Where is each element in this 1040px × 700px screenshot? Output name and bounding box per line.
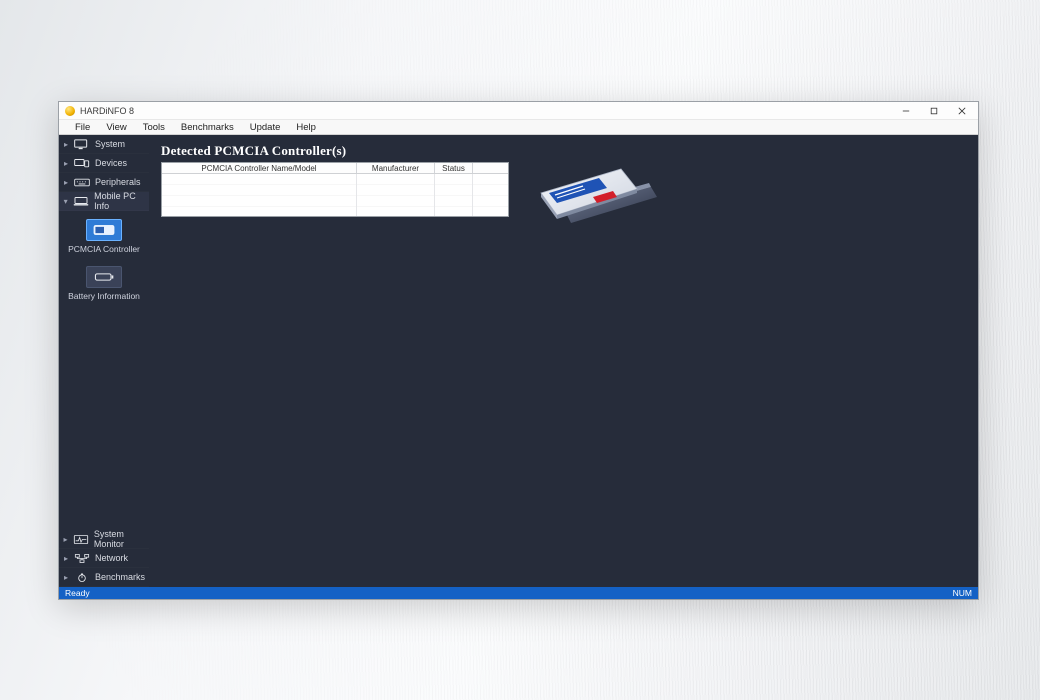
col-name-model[interactable]: PCMCIA Controller Name/Model xyxy=(162,163,357,173)
sidebar-subitems: PCMCIA Controller Battery Information xyxy=(59,211,149,311)
sidebar-item-label: System Monitor xyxy=(94,529,145,549)
col-status[interactable]: Status xyxy=(435,163,473,173)
pcmcia-card-illustration xyxy=(529,153,664,233)
sidebar-item-network[interactable]: ▸ Network xyxy=(59,549,149,568)
sidebar-item-label: Network xyxy=(95,553,128,563)
devices-icon xyxy=(74,158,90,169)
chevron-down-icon: ▾ xyxy=(63,197,68,206)
col-spacer xyxy=(473,163,508,173)
close-icon xyxy=(958,107,966,115)
battery-icon xyxy=(86,266,122,288)
sidebar-sub-battery-information[interactable]: Battery Information xyxy=(59,262,149,305)
table-header: PCMCIA Controller Name/Model Manufacture… xyxy=(162,163,508,174)
sidebar-item-peripherals[interactable]: ▸ Peripherals xyxy=(59,173,149,192)
sidebar-item-benchmarks[interactable]: ▸ Benchmarks xyxy=(59,568,149,587)
stopwatch-icon xyxy=(74,572,90,583)
col-manufacturer[interactable]: Manufacturer xyxy=(357,163,435,173)
content-pane: Detected PCMCIA Controller(s) PCMCIA Con… xyxy=(149,135,978,587)
chevron-right-icon: ▸ xyxy=(63,573,69,582)
panel-title: Detected PCMCIA Controller(s) xyxy=(161,143,346,159)
sidebar-item-system[interactable]: ▸ System xyxy=(59,135,149,154)
sidebar-item-system-monitor[interactable]: ▸ System Monitor xyxy=(59,530,149,549)
sidebar-sub-label: Battery Information xyxy=(68,291,140,301)
sidebar-item-label: Mobile PC Info xyxy=(94,191,145,211)
menubar: File View Tools Benchmarks Update Help xyxy=(59,120,978,135)
app-title: HARDiNFO 8 xyxy=(80,106,134,116)
sidebar-sub-label: PCMCIA Controller xyxy=(68,244,140,254)
menu-update[interactable]: Update xyxy=(242,120,289,135)
network-icon xyxy=(74,553,90,564)
sidebar-item-mobile-pc-info[interactable]: ▾ Mobile PC Info xyxy=(59,192,149,211)
pcmcia-table[interactable]: PCMCIA Controller Name/Model Manufacture… xyxy=(161,162,509,217)
status-left: Ready xyxy=(65,588,90,598)
chevron-right-icon: ▸ xyxy=(63,535,68,544)
sidebar-item-label: System xyxy=(95,139,125,149)
laptop-icon xyxy=(73,196,89,207)
minimize-button[interactable] xyxy=(892,103,920,119)
sidebar-item-label: Peripherals xyxy=(95,177,141,187)
sidebar-item-devices[interactable]: ▸ Devices xyxy=(59,154,149,173)
sidebar-sub-pcmcia-controller[interactable]: PCMCIA Controller xyxy=(59,215,149,258)
monitor-pulse-icon xyxy=(73,534,89,545)
menu-view[interactable]: View xyxy=(98,120,134,135)
titlebar[interactable]: HARDiNFO 8 xyxy=(59,102,978,120)
chevron-right-icon: ▸ xyxy=(63,140,69,149)
close-button[interactable] xyxy=(948,103,976,119)
chevron-right-icon: ▸ xyxy=(63,554,69,563)
app-icon xyxy=(65,106,75,116)
sidebar-item-label: Benchmarks xyxy=(95,572,145,582)
statusbar: Ready NUM xyxy=(59,587,978,599)
chevron-right-icon: ▸ xyxy=(63,178,69,187)
app-window: HARDiNFO 8 File View Tools Benchmarks Up… xyxy=(58,101,979,600)
maximize-icon xyxy=(930,107,938,115)
sidebar-item-label: Devices xyxy=(95,158,127,168)
pcmcia-card-icon xyxy=(86,219,122,241)
monitor-icon xyxy=(74,139,90,150)
menu-tools[interactable]: Tools xyxy=(135,120,173,135)
chevron-right-icon: ▸ xyxy=(63,159,69,168)
minimize-icon xyxy=(902,107,910,115)
menu-help[interactable]: Help xyxy=(288,120,324,135)
sidebar: ▸ System ▸ Devices ▸ xyxy=(59,135,149,587)
menu-benchmarks[interactable]: Benchmarks xyxy=(173,120,242,135)
keyboard-icon xyxy=(74,177,90,188)
maximize-button[interactable] xyxy=(920,103,948,119)
client-area: ▸ System ▸ Devices ▸ xyxy=(59,135,978,587)
table-body xyxy=(162,174,508,216)
status-right: NUM xyxy=(953,588,972,598)
menu-file[interactable]: File xyxy=(67,120,98,135)
